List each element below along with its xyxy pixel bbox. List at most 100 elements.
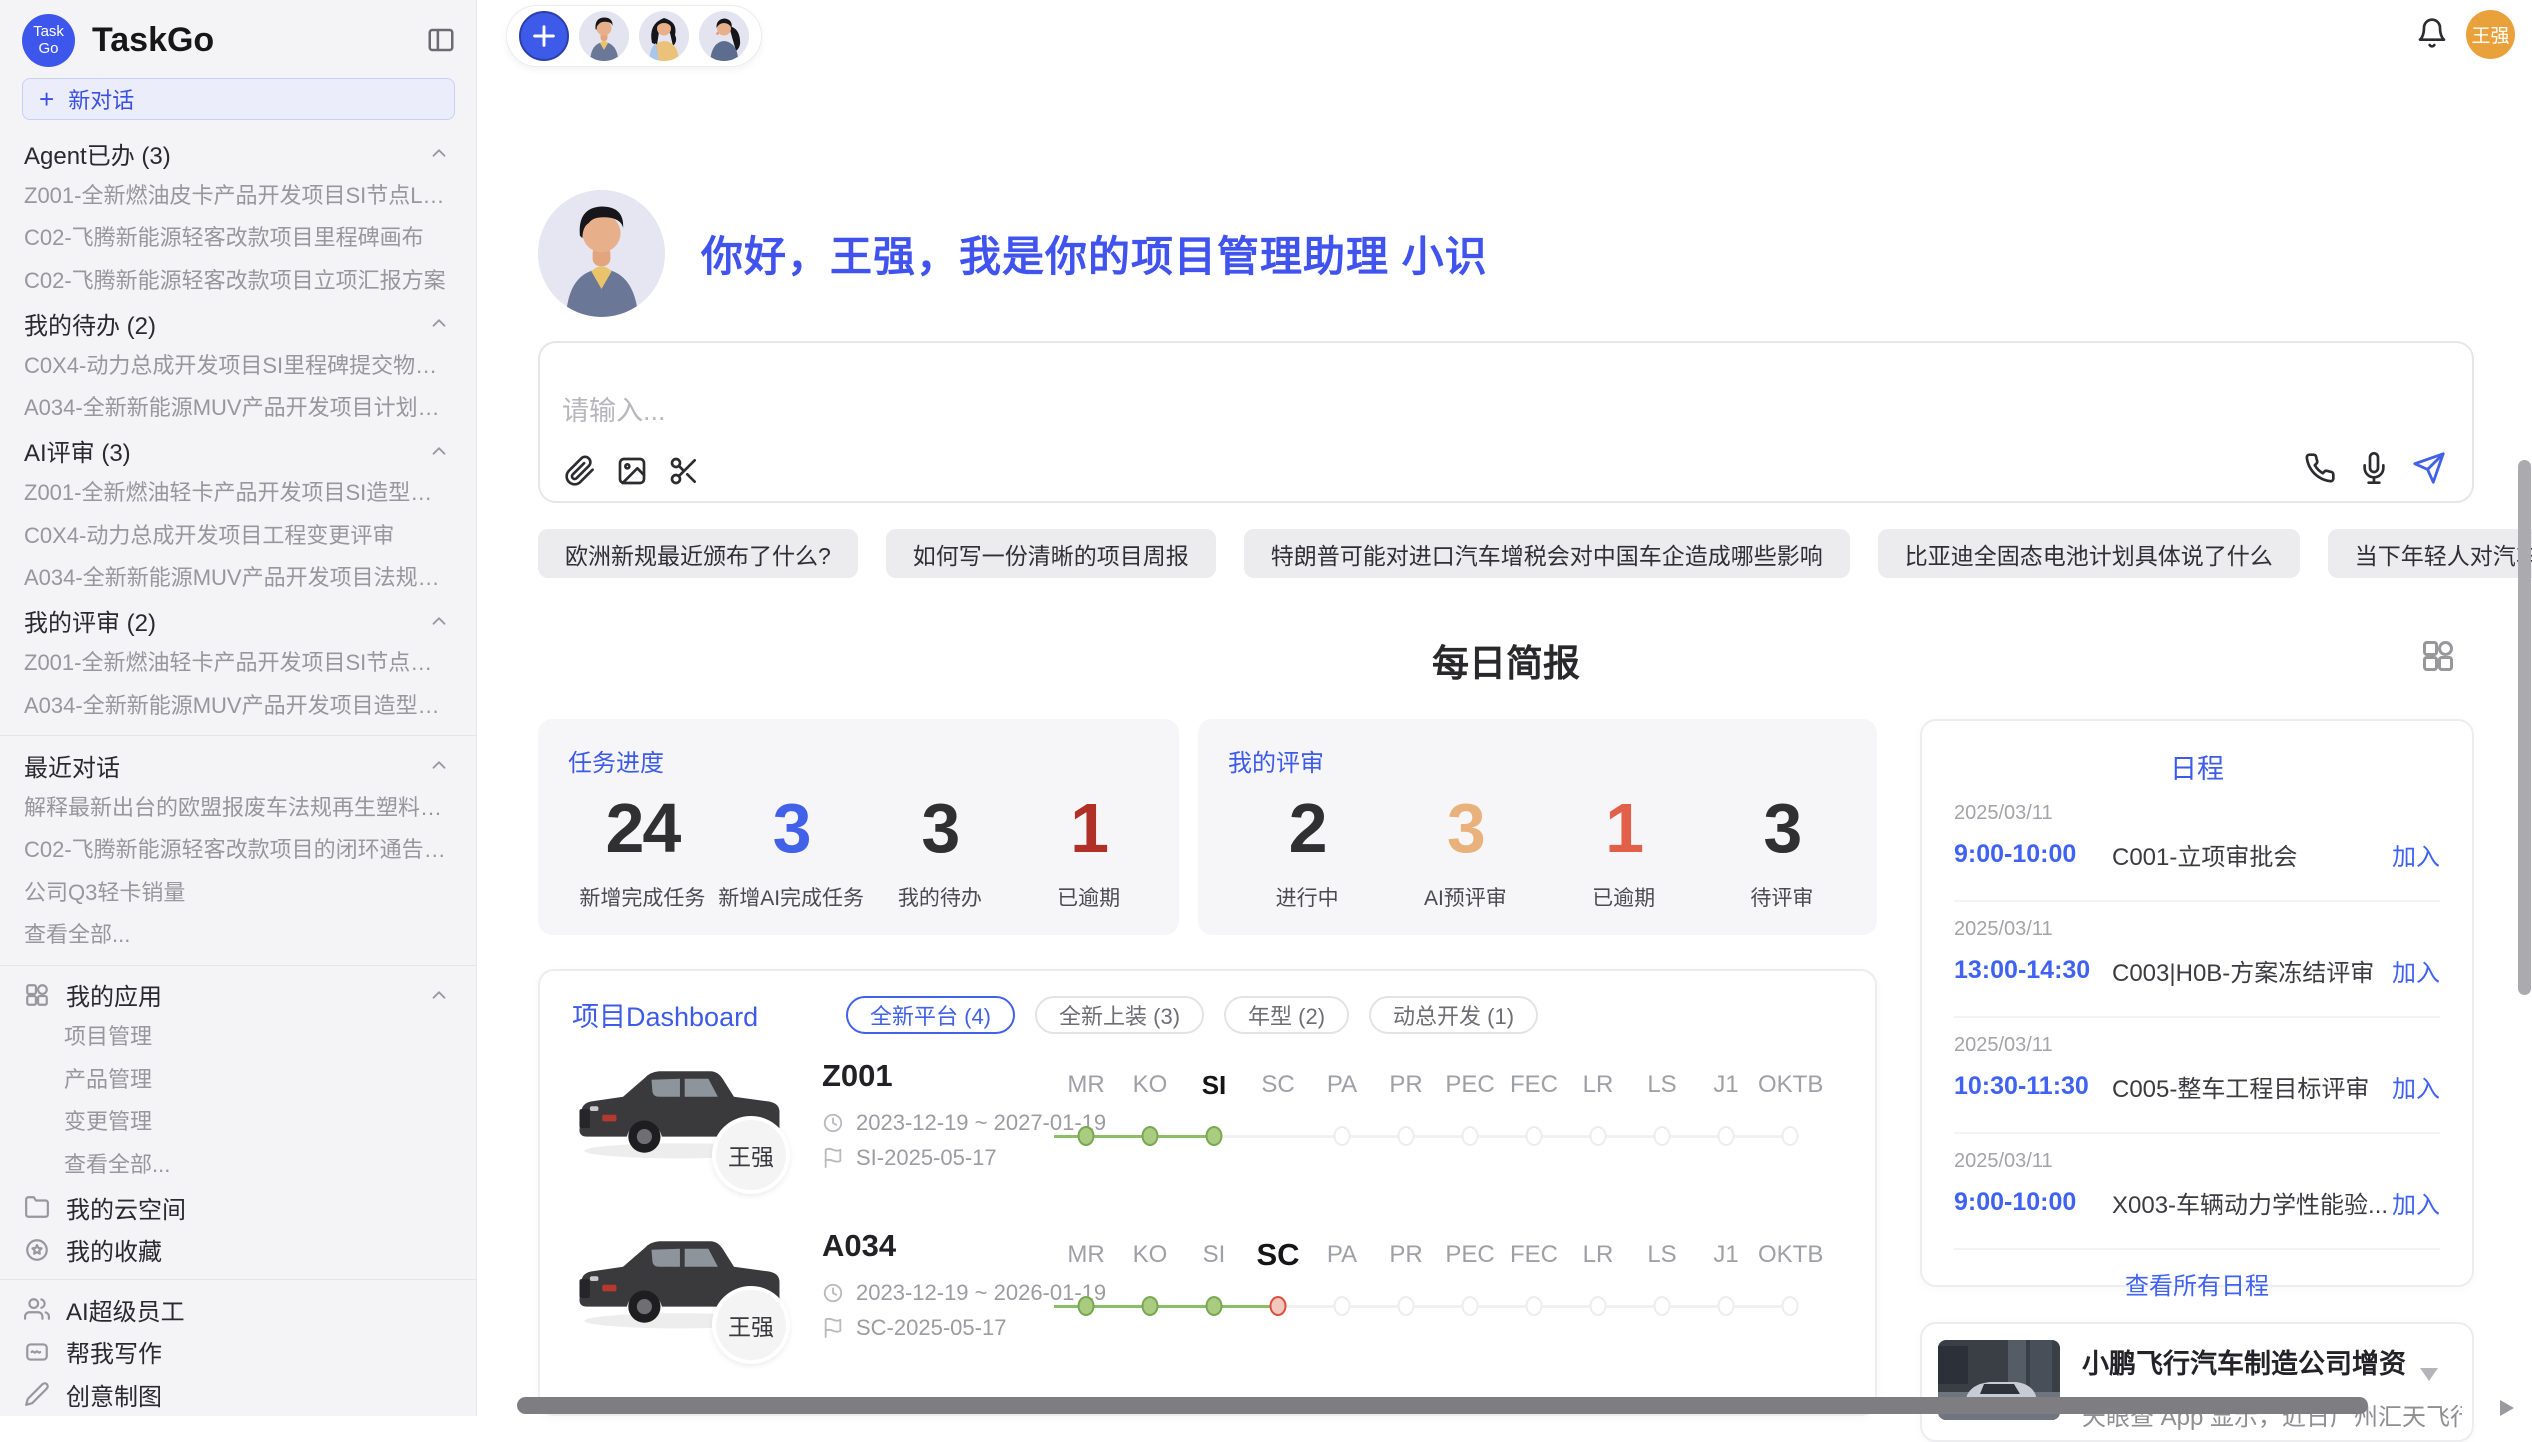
app-title: TaskGo xyxy=(92,21,426,60)
chevron-up-icon[interactable] xyxy=(428,984,450,1006)
sidebar-item[interactable]: A034-全新新能源MUV产品开发项目法规符合性评审 xyxy=(0,557,476,600)
recent-chat-item[interactable]: 公司Q3轻卡销量 xyxy=(0,872,476,915)
collapse-sidebar-icon[interactable] xyxy=(426,25,456,55)
cloud-space-label: 我的云空间 xyxy=(66,1190,186,1225)
milestone-label: PR xyxy=(1389,1240,1422,1270)
app-item-product-mgmt[interactable]: 产品管理 xyxy=(0,1059,476,1102)
chat-input[interactable] xyxy=(560,395,1964,428)
sidebar-section-my-todo[interactable]: 我的待办 (2) xyxy=(0,302,476,345)
sidebar: Task Go TaskGo + 新对话 Agent已办 (3) Z001-全新… xyxy=(0,0,477,1416)
divider xyxy=(0,1279,476,1280)
join-button[interactable]: 加入 xyxy=(2392,1185,2440,1220)
stat-overdue: 1 已逾期 xyxy=(1545,784,1703,912)
sidebar-item[interactable]: Z001-全新燃油轻卡产品开发项目SI造型提交物评审 xyxy=(0,472,476,515)
scissors-icon[interactable] xyxy=(668,455,700,487)
microphone-icon[interactable] xyxy=(2358,452,2390,484)
help-me-write-label: 帮我写作 xyxy=(66,1334,162,1369)
notifications-bell-icon[interactable] xyxy=(2416,17,2448,49)
chevron-up-icon[interactable] xyxy=(428,142,450,164)
sidebar-item[interactable]: C02-飞腾新能源轻客改款项目立项汇报方案 xyxy=(0,260,476,303)
sidebar-item[interactable]: A034-全新新能源MUV产品开发项目造型可行性评审 xyxy=(0,685,476,728)
layout-grid-icon[interactable] xyxy=(2420,638,2456,674)
milestone-label: J1 xyxy=(1713,1070,1738,1100)
recent-chat-item[interactable]: 解释最新出台的欧盟报废车法规再生塑料比例被调至15%... xyxy=(0,787,476,830)
view-all-apps[interactable]: 查看全部... xyxy=(0,1144,476,1187)
sidebar-item[interactable]: A034-全新新能源MUV产品开发项目计划变更表编写 xyxy=(0,387,476,430)
contact-avatar-2[interactable] xyxy=(639,11,689,61)
send-icon[interactable] xyxy=(2412,451,2446,485)
sidebar-section-recent-chats[interactable]: 最近对话 xyxy=(0,744,476,787)
milestone-dot xyxy=(1142,1296,1159,1316)
chevron-up-icon[interactable] xyxy=(428,610,450,632)
scroll-right-arrow[interactable] xyxy=(2500,1400,2514,1416)
sidebar-item-favorites[interactable]: 我的收藏 xyxy=(0,1229,476,1272)
contact-avatar-1[interactable] xyxy=(579,11,629,61)
suggestion-chip[interactable]: 欧洲新规最近颁布了什么? xyxy=(538,529,858,578)
join-button[interactable]: 加入 xyxy=(2392,953,2440,988)
sidebar-section-my-review[interactable]: 我的评审 (2) xyxy=(0,600,476,643)
sidebar-item-ai-super-staff[interactable]: AI超级员工 xyxy=(0,1288,476,1331)
horizontal-scrollbar[interactable] xyxy=(517,1397,2368,1414)
suggestion-chip[interactable]: 当下年轻人对汽车外观有怎样的喜好趋势 xyxy=(2328,529,2532,578)
schedule-event-title: C001-立项审批会 xyxy=(2112,837,2392,872)
pen-icon xyxy=(24,1381,50,1407)
app-item-project-mgmt[interactable]: 项目管理 xyxy=(0,1016,476,1059)
attachment-icon[interactable] xyxy=(564,455,596,487)
sidebar-item[interactable]: C0X4-动力总成开发项目工程变更评审 xyxy=(0,515,476,558)
project-next-milestone: SC-2025-05-17 xyxy=(822,1315,1006,1341)
suggestion-chip[interactable]: 比亚迪全固态电池计划具体说了什么 xyxy=(1878,529,2300,578)
sidebar-item[interactable]: Z001-全新燃油皮卡产品开发项目SI节点Lesson Learn报告 xyxy=(0,175,476,218)
view-all-schedule[interactable]: 查看所有日程 xyxy=(1954,1266,2440,1301)
project-row[interactable]: 王强 A034 2023-12-19 ~ 2026-01-19 SC-2025-… xyxy=(540,1216,1875,1376)
sidebar-section-agent-done[interactable]: Agent已办 (3) xyxy=(0,132,476,175)
stat-pending-review: 3 待评审 xyxy=(1703,784,1861,912)
suggestion-chip[interactable]: 特朗普可能对进口汽车增税会对中国车企造成哪些影响 xyxy=(1244,529,1850,578)
project-row[interactable]: 王强 Z001 2023-12-19 ~ 2027-01-19 SI-2025-… xyxy=(540,1046,1875,1206)
add-conversation-button[interactable] xyxy=(519,11,569,61)
scroll-down-arrow[interactable] xyxy=(2420,1368,2438,1381)
stat-my-todo: 3 我的待办 xyxy=(866,784,1015,912)
join-button[interactable]: 加入 xyxy=(2392,837,2440,872)
filter-new-body[interactable]: 全新上装 (3) xyxy=(1035,996,1204,1034)
chevron-up-icon[interactable] xyxy=(428,312,450,334)
join-button[interactable]: 加入 xyxy=(2392,1069,2440,1104)
contact-avatar-3[interactable] xyxy=(699,11,749,61)
sidebar-item-help-me-write[interactable]: 帮我写作 xyxy=(0,1331,476,1374)
milestone-track: MR KO SI SC PA PR PEC FEC LR LS J1 OKTB xyxy=(1054,1056,1826,1166)
phone-call-icon[interactable] xyxy=(2304,452,2336,484)
filter-model-year[interactable]: 年型 (2) xyxy=(1224,996,1349,1034)
stat-new-completed: 24 新增完成任务 xyxy=(568,784,717,912)
schedule-date: 2025/03/11 xyxy=(1954,1150,2440,1173)
filter-powertrain[interactable]: 动总开发 (1) xyxy=(1369,996,1538,1034)
milestone-dot xyxy=(1654,1296,1671,1316)
sidebar-section-my-apps[interactable]: 我的应用 xyxy=(0,974,476,1017)
sidebar-item-cloud-space[interactable]: 我的云空间 xyxy=(0,1186,476,1229)
chevron-up-icon[interactable] xyxy=(428,754,450,776)
milestone-note: SI-2025-05-17 xyxy=(856,1145,997,1171)
view-all-chats[interactable]: 查看全部... xyxy=(0,914,476,957)
recent-chat-item[interactable]: C02-飞腾新能源轻客改款项目的闭环通告反馈情况 xyxy=(0,829,476,872)
image-icon[interactable] xyxy=(616,455,648,487)
stat-value: 1 xyxy=(1545,784,1703,872)
sidebar-item[interactable]: C0X4-动力总成开发项目SI里程碑提交物检查 xyxy=(0,345,476,388)
greeting-block: 你好，王强，我是你的项目管理助理 小识 xyxy=(538,190,1488,317)
milestone-dot-risk xyxy=(1270,1296,1287,1316)
news-card[interactable]: 小鹏飞行汽车制造公司增资 天眼查 App 显示，近日广州汇天飞行汽... xyxy=(1920,1322,2474,1442)
stat-label: 新增完成任务 xyxy=(568,882,717,912)
vertical-scrollbar[interactable] xyxy=(2518,460,2531,995)
milestone-label-current: SC xyxy=(1256,1240,1299,1270)
sidebar-section-ai-review[interactable]: AI评审 (3) xyxy=(0,430,476,473)
app-item-change-mgmt[interactable]: 变更管理 xyxy=(0,1101,476,1144)
user-avatar[interactable]: 王强 xyxy=(2466,10,2515,59)
project-dashboard-card: 项目Dashboard 全新平台 (4) 全新上装 (3) 年型 (2) 动总开… xyxy=(538,969,1877,1416)
plus-icon: + xyxy=(39,86,54,112)
sidebar-item-creative-drawing[interactable]: 创意制图 xyxy=(0,1373,476,1416)
sidebar-item[interactable]: Z001-全新燃油轻卡产品开发项目SI节点属性5D文件评审 xyxy=(0,642,476,685)
chevron-up-icon[interactable] xyxy=(428,440,450,462)
new-chat-button[interactable]: + 新对话 xyxy=(22,78,455,120)
clock-icon xyxy=(822,1112,844,1134)
suggestion-chip[interactable]: 如何写一份清晰的项目周报 xyxy=(886,529,1216,578)
filter-new-platform[interactable]: 全新平台 (4) xyxy=(846,996,1015,1034)
milestone-dot xyxy=(1142,1126,1159,1146)
sidebar-item[interactable]: C02-飞腾新能源轻客改款项目里程碑画布 xyxy=(0,217,476,260)
